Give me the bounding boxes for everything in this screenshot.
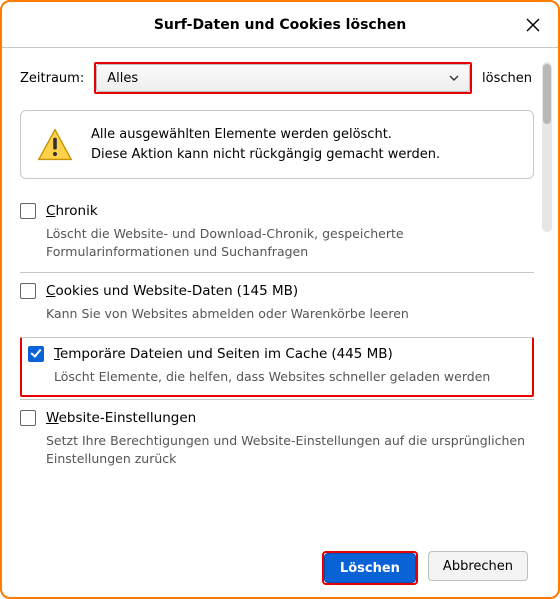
dialog-title: Surf-Daten und Cookies löschen [154,17,406,33]
desc-history: Löscht die Website- und Download-Chronik… [46,225,528,260]
time-range-highlight: Alles [94,62,472,94]
confirm-button[interactable]: Löschen [324,553,416,583]
chevron-down-icon [449,73,459,83]
scrollbar-thumb[interactable] [543,64,551,124]
time-range-value: Alles [107,71,138,86]
checkbox-site-settings[interactable] [20,410,36,426]
checkbox-cookies[interactable] [20,283,36,299]
label-cache[interactable]: Temporäre Dateien und Seiten im Cache(44… [54,346,393,362]
close-icon [526,18,540,32]
scrollbar-track [542,62,552,232]
option-history: Chronik Löscht die Website- und Download… [20,193,534,272]
warning-line-1: Alle ausgewählten Elemente werden gelösc… [91,125,440,145]
checkbox-history[interactable] [20,203,36,219]
warning-line-2: Diese Aktion kann nicht rückgängig gemac… [91,145,440,165]
desc-cookies: Kann Sie von Websites abmelden oder Ware… [46,305,528,323]
dialog-window: Surf-Daten und Cookies löschen Zeitraum:… [0,0,560,599]
dialog-body: Zeitraum: Alles löschen [2,48,558,597]
warning-text: Alle ausgewählten Elemente werden gelösc… [91,125,440,164]
option-cookies: Cookies und Website-Daten(145 MB) Kann S… [20,272,534,335]
option-site-settings: Website-Einstellungen Setzt Ihre Berecht… [20,399,534,479]
label-history[interactable]: Chronik [46,203,98,219]
content-area: Zeitraum: Alles löschen [2,48,540,597]
label-site-settings[interactable]: Website-Einstellungen [46,410,196,426]
warning-icon [37,127,73,163]
option-cache: Temporäre Dateien und Seiten im Cache(44… [20,337,534,398]
close-button[interactable] [520,12,546,38]
scrollbar[interactable] [540,48,558,597]
warning-box: Alle ausgewählten Elemente werden gelösc… [20,110,534,179]
button-row: Löschen Abbrechen [20,547,534,585]
time-range-row: Zeitraum: Alles löschen [20,62,534,94]
options-list: Chronik Löscht die Website- und Download… [20,193,534,479]
desc-site-settings: Setzt Ihre Berechtigungen und Website-Ei… [46,432,528,467]
title-bar: Surf-Daten und Cookies löschen [2,2,558,48]
desc-cache: Löscht Elemente, die helfen, dass Websit… [54,368,526,386]
confirm-highlight: Löschen [322,551,418,585]
label-cookies[interactable]: Cookies und Website-Daten(145 MB) [46,283,298,299]
cancel-button[interactable]: Abbrechen [428,551,528,581]
time-range-select[interactable]: Alles [96,64,470,92]
time-range-label: Zeitraum: [20,71,84,86]
checkbox-cache[interactable] [28,346,44,362]
time-range-suffix: löschen [482,71,534,86]
